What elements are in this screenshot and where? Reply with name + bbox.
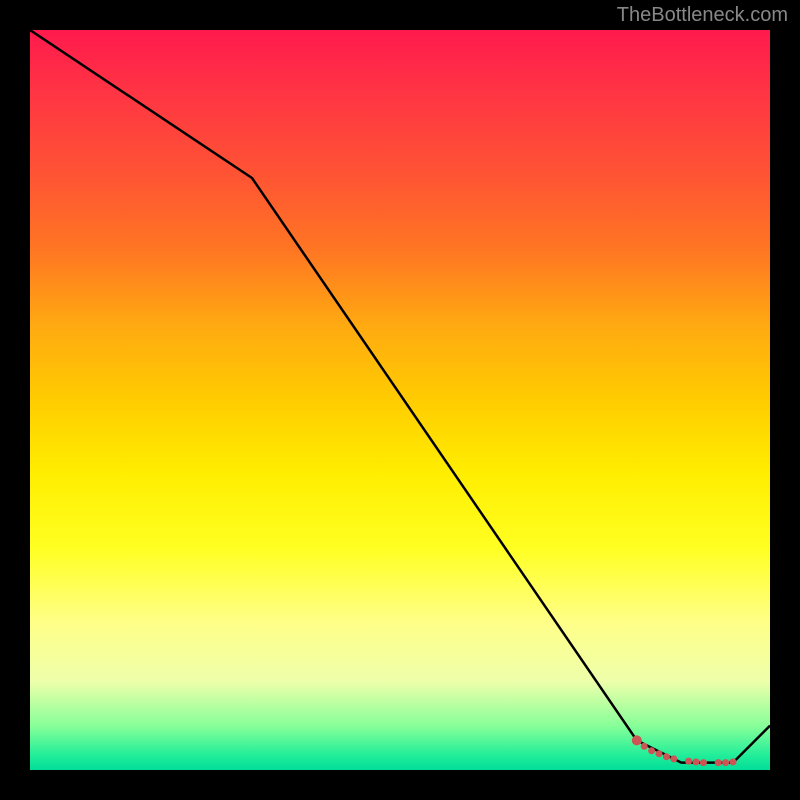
chart-container: TheBottleneck.com: [0, 0, 800, 800]
plot-area: [30, 30, 770, 770]
watermark-text: TheBottleneck.com: [617, 4, 788, 27]
